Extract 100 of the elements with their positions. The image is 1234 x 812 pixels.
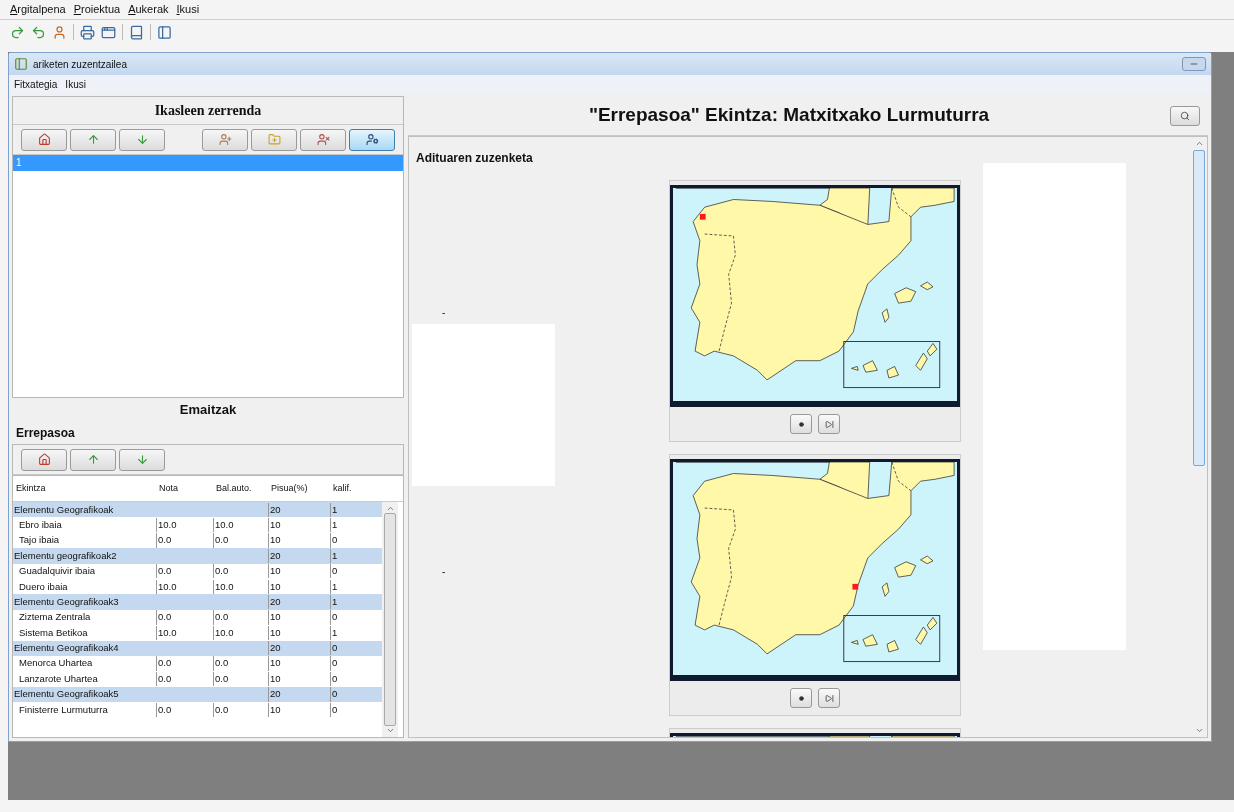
dash-mark: - <box>442 565 447 579</box>
search-icon <box>1180 110 1190 121</box>
play-pause-button[interactable] <box>818 688 840 708</box>
menu-item[interactable]: Ikusi <box>176 1 200 18</box>
arrow-up-icon <box>86 453 100 466</box>
window-icon[interactable] <box>101 24 116 40</box>
user-add-icon <box>218 133 232 146</box>
book-icon[interactable] <box>129 24 144 40</box>
table-cell: 10.0 <box>213 517 268 533</box>
table-cell: 10 <box>268 656 330 671</box>
minimize-button[interactable] <box>1182 57 1206 71</box>
toolbar-button[interactable] <box>70 128 116 151</box>
table-cell: 0.0 <box>213 564 268 579</box>
group-row[interactable]: Elementu Geografikoak 20 1 <box>13 502 382 518</box>
table-cell: 20 <box>268 641 330 656</box>
table-cell-text: Elementu Geografikoak4 <box>13 641 120 656</box>
dot-icon <box>798 421 804 427</box>
zoom-button[interactable] <box>1170 105 1200 126</box>
group-row[interactable]: Elementu geografikoak2 20 1 <box>13 548 382 564</box>
table-cell-text: Elementu Geografikoak <box>13 502 115 517</box>
table-cell: 0.0 <box>213 610 268 625</box>
home-icon <box>37 453 51 466</box>
arrow-down-icon <box>135 133 149 146</box>
folder-add-icon <box>267 133 281 146</box>
toolbar-button[interactable] <box>21 448 67 471</box>
panel-icon[interactable] <box>157 24 172 40</box>
table-cell-text: Elementu Geografikoak3 <box>13 594 120 609</box>
table-cell-text: Elementu geografikoak2 <box>13 548 118 563</box>
app-icon <box>14 57 28 71</box>
record-button[interactable] <box>790 414 812 434</box>
toolbar-button[interactable] <box>21 128 67 151</box>
table-cell: 0.0 <box>213 702 268 717</box>
table-cell-text: Elementu Geografikoak5 <box>13 687 120 702</box>
toolbar-button[interactable] <box>119 128 165 151</box>
home-icon <box>37 133 51 146</box>
scroll-down-icon[interactable] <box>385 726 395 735</box>
table-cell: 0.0 <box>156 656 213 671</box>
play-pause-button[interactable] <box>818 414 840 434</box>
toolbar-button[interactable] <box>202 128 248 151</box>
table-cell: 0.0 <box>213 656 268 671</box>
table-cell: 10.0 <box>156 625 213 640</box>
user-remove-icon <box>316 133 330 146</box>
scrollbar[interactable] <box>382 502 398 737</box>
table-cell: 10 <box>268 533 330 548</box>
panel-title: Ikasleen zerrenda <box>154 102 262 120</box>
table-cell-text: Sistema Betikoa <box>18 625 89 640</box>
column-header[interactable]: kalif. <box>330 481 382 496</box>
menu-item[interactable]: Proiektua <box>73 1 121 18</box>
window-title: ariketen zuzentzailea <box>33 57 127 72</box>
table-cell: 0.0 <box>156 564 213 579</box>
toolbar-button[interactable] <box>119 448 165 471</box>
table-cell: 10.0 <box>213 625 268 640</box>
redo-icon[interactable] <box>10 24 25 40</box>
dot-icon <box>798 695 804 701</box>
scroll-down-icon[interactable] <box>1194 726 1204 735</box>
arrow-down-icon <box>135 453 149 466</box>
user-settings-icon <box>365 133 379 146</box>
menu-item[interactable]: Aukerak <box>128 1 169 18</box>
scroll-up-icon[interactable] <box>385 504 395 513</box>
toolbar-button[interactable] <box>349 128 395 151</box>
printer-icon[interactable] <box>80 24 95 40</box>
activity-title: "Errepasoa" Ekintza: Matxitxako Lurmuturra <box>588 104 990 126</box>
table-cell: 10.0 <box>156 517 213 533</box>
toolbar-button[interactable] <box>251 128 297 151</box>
column-header[interactable]: Pisua(%) <box>268 481 330 496</box>
table-cell-text: Tajo ibaia <box>18 533 61 548</box>
table-cell: 10 <box>268 671 330 687</box>
undo-icon[interactable] <box>31 24 46 40</box>
table-cell: 10 <box>268 517 330 533</box>
menu-item[interactable]: Argitalpena <box>10 1 66 18</box>
play-pause-icon <box>824 693 834 703</box>
table-cell: 20 <box>268 502 330 517</box>
record-button[interactable] <box>790 688 812 708</box>
table-cell: 0.0 <box>156 702 213 717</box>
table-cell: 10.0 <box>213 579 268 594</box>
column-header[interactable]: Bal.auto. <box>213 481 268 496</box>
toolbar-button[interactable] <box>300 128 346 151</box>
table-cell-text: Lanzarote Uhartea <box>18 671 99 686</box>
table-cell: 0.0 <box>156 671 213 687</box>
column-header[interactable]: Ekintza <box>13 481 156 496</box>
person-icon[interactable] <box>52 24 67 40</box>
play-pause-icon <box>824 419 834 429</box>
menu-item[interactable]: Fitxategia <box>14 76 58 92</box>
column-header[interactable]: Nota <box>156 481 213 496</box>
table-cell: 10 <box>268 610 330 625</box>
section-label: Adituaren zuzenketa <box>415 150 534 167</box>
table-cell: 0.0 <box>156 610 213 625</box>
table-cell-text: Finisterre Lurmuturra <box>18 702 109 717</box>
section-subtitle: Errepasoa <box>16 425 75 442</box>
toolbar-button[interactable] <box>70 448 116 471</box>
table-cell-text: Duero ibaia <box>18 579 69 594</box>
scroll-up-icon[interactable] <box>1194 139 1204 148</box>
table-cell-text: Guadalquivir ibaia <box>18 564 97 579</box>
group-row[interactable]: Elementu Geografikoak3 20 1 <box>13 594 382 610</box>
menu-item[interactable]: Ikusi <box>65 76 86 92</box>
table-cell: 0.0 <box>213 671 268 687</box>
table-cell-text: Menorca Uhartea <box>18 656 94 671</box>
arrow-up-icon <box>86 133 100 146</box>
table-cell: 20 <box>268 548 330 563</box>
section-title: Emaitzak <box>179 401 237 420</box>
